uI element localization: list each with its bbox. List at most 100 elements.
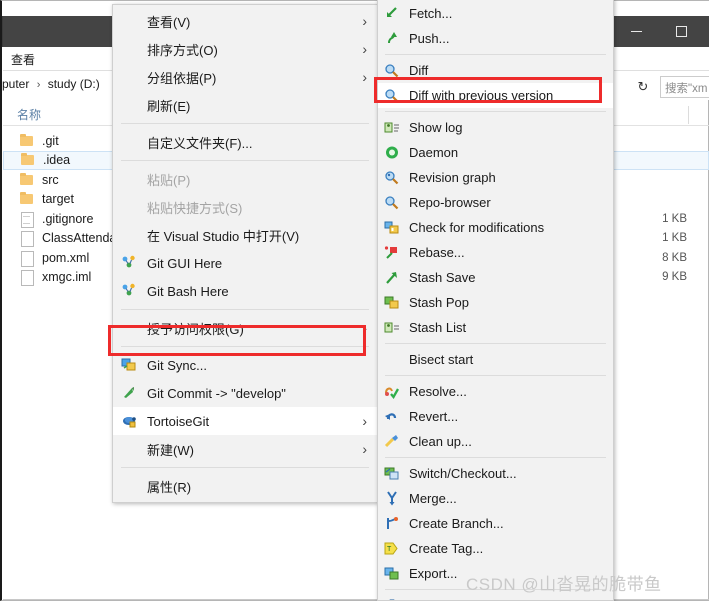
- menu-item-merge[interactable]: Merge...: [378, 486, 613, 511]
- menu-item-stash-pop[interactable]: Stash Pop: [378, 290, 613, 315]
- menu-item-icon-none: [121, 134, 139, 150]
- menu-separator: [385, 375, 606, 376]
- menu-item-revision-graph[interactable]: Revision graph: [378, 165, 613, 190]
- tortoise-icon: [121, 413, 139, 429]
- menu-item-stash-list[interactable]: Stash List: [378, 315, 613, 340]
- menu-item-label: 刷新(E): [147, 98, 191, 114]
- file-lined-icon: [19, 211, 35, 228]
- menu-item-label: 排序方式(O): [147, 42, 218, 58]
- menu-item-git-sync[interactable]: Git Sync...: [113, 351, 377, 379]
- folder-icon: [19, 133, 35, 148]
- menu-separator: [121, 160, 369, 161]
- menu-item-label: Merge...: [409, 491, 457, 506]
- file-size: 1 KB: [662, 232, 687, 245]
- menu-item-git-bash-here[interactable]: Git Bash Here: [113, 277, 377, 305]
- menu-separator: [385, 457, 606, 458]
- menu-item-label: 授予访问权限(G): [147, 321, 244, 337]
- menu-item-switch-checkout[interactable]: Switch/Checkout...: [378, 461, 613, 486]
- menu-item-v[interactable]: 查看(V) ›: [113, 7, 377, 35]
- git-sync-icon: [121, 357, 139, 373]
- maximize-button[interactable]: [659, 16, 704, 47]
- file-icon: [19, 270, 35, 287]
- menu-item-resolve[interactable]: Resolve...: [378, 379, 613, 404]
- menu-item-stash-save[interactable]: Stash Save: [378, 265, 613, 290]
- folder-icon: [19, 192, 35, 206]
- push-icon: [384, 31, 401, 46]
- menu-item-revert[interactable]: Revert...: [378, 404, 613, 429]
- menu-item-create-branch[interactable]: Create Branch...: [378, 511, 613, 536]
- menu-item-rebase[interactable]: Rebase...: [378, 240, 613, 265]
- menu-item-bisect-start[interactable]: Bisect start: [378, 347, 613, 372]
- menu-item-label: Diff with previous version: [409, 88, 554, 103]
- menu-item-icon-none: [121, 441, 139, 457]
- menu-item-repo-browser[interactable]: Repo-browser: [378, 190, 613, 215]
- menu-item-label: Stash Pop: [409, 295, 469, 310]
- menu-item-icon-none: [121, 199, 139, 215]
- menu-item-daemon[interactable]: Daemon: [378, 140, 613, 165]
- menu-item-p: 粘贴(P): [113, 165, 377, 193]
- menu-item-label: Revert...: [409, 409, 459, 424]
- menu-item-label: Resolve...: [409, 384, 467, 399]
- column-header-name[interactable]: 名称: [17, 106, 41, 123]
- menu-item-w[interactable]: 新建(W) ›: [113, 435, 377, 463]
- menu-item-diff[interactable]: Diff: [378, 58, 613, 83]
- explorer-context-menu[interactable]: 查看(V) › 排序方式(O) › 分组依据(P) › 刷新(E) 自定义文件夹(F)... 粘…: [112, 4, 378, 503]
- refresh-icon[interactable]: ↻: [632, 77, 654, 97]
- menu-item-label: 新建(W): [147, 442, 194, 458]
- file-name: .idea: [43, 153, 71, 168]
- menu-item-visual-studio-v[interactable]: 在 Visual Studio 中打开(V): [113, 221, 377, 249]
- menu-item-e[interactable]: 刷新(E): [113, 91, 377, 119]
- menu-item-git-commit-develop[interactable]: Git Commit -> "develop": [113, 379, 377, 407]
- tortoisegit-submenu[interactable]: Fetch... Push... Diff Diff with previous ve…: [377, 0, 614, 601]
- rebase-icon: [384, 245, 401, 260]
- menu-item-git-gui-here[interactable]: Git GUI Here: [113, 249, 377, 277]
- menu-item-label: Git Bash Here: [147, 283, 229, 299]
- clean-up-icon: [384, 434, 401, 449]
- menu-item-label: Bisect start: [409, 352, 474, 367]
- menu-item-r[interactable]: 属性(R): [113, 472, 377, 500]
- minimize-icon: [631, 31, 642, 32]
- tab-view[interactable]: 查看: [7, 49, 39, 70]
- check-mods-icon: [384, 220, 401, 235]
- menu-item-label: Clean up...: [409, 434, 472, 449]
- git-bash-icon: [121, 283, 139, 299]
- file-size: 1 KB: [662, 212, 687, 225]
- revert-icon: [384, 409, 401, 424]
- menu-item-add[interactable]: Add...: [378, 593, 613, 600]
- menu-item-clean-up[interactable]: Clean up...: [378, 429, 613, 454]
- menu-item-push[interactable]: Push...: [378, 26, 613, 51]
- search-input[interactable]: 搜索"xm: [660, 76, 709, 98]
- chevron-right-icon: ›: [362, 13, 367, 29]
- menu-separator: [121, 309, 369, 310]
- file-icon: [19, 231, 35, 248]
- breadcrumb[interactable]: puter › study (D:): [2, 77, 100, 91]
- chevron-right-icon: ›: [362, 413, 367, 429]
- menu-item-diff-with-previous-version[interactable]: Diff with previous version: [378, 83, 613, 108]
- merge-icon: [384, 491, 401, 506]
- menu-item-o[interactable]: 排序方式(O) ›: [113, 35, 377, 63]
- file-icon: [19, 250, 35, 267]
- menu-item-label: Fetch...: [409, 6, 453, 21]
- breadcrumb-item-1[interactable]: study (D:): [48, 77, 100, 91]
- diff-icon: [384, 63, 401, 78]
- menu-item-tortoisegit[interactable]: TortoiseGit ›: [113, 407, 377, 435]
- menu-item-label: Git Sync...: [147, 357, 207, 373]
- breadcrumb-item-0[interactable]: puter: [2, 77, 29, 91]
- create-branch-icon: [384, 516, 401, 531]
- menu-item-fetch[interactable]: Fetch...: [378, 1, 613, 26]
- menu-item-label: Show log: [409, 120, 463, 135]
- menu-item-icon-none: [121, 97, 139, 113]
- menu-item-create-tag[interactable]: T Create Tag...: [378, 536, 613, 561]
- menu-item-g[interactable]: 授予访问权限(G) ›: [113, 314, 377, 342]
- menu-item-check-for-modifications[interactable]: Check for modifications: [378, 215, 613, 240]
- menu-item-show-log[interactable]: Show log: [378, 115, 613, 140]
- maximize-icon: [676, 26, 687, 37]
- menu-item-f[interactable]: 自定义文件夹(F)...: [113, 128, 377, 156]
- menu-item-p[interactable]: 分组依据(P) ›: [113, 63, 377, 91]
- show-log-icon: [384, 120, 401, 135]
- column-divider: [688, 106, 689, 124]
- menu-item-label: 粘贴快捷方式(S): [147, 200, 243, 216]
- menu-item-export[interactable]: Export...: [378, 561, 613, 586]
- minimize-button[interactable]: [614, 16, 659, 47]
- menu-item-label: 在 Visual Studio 中打开(V): [147, 228, 300, 244]
